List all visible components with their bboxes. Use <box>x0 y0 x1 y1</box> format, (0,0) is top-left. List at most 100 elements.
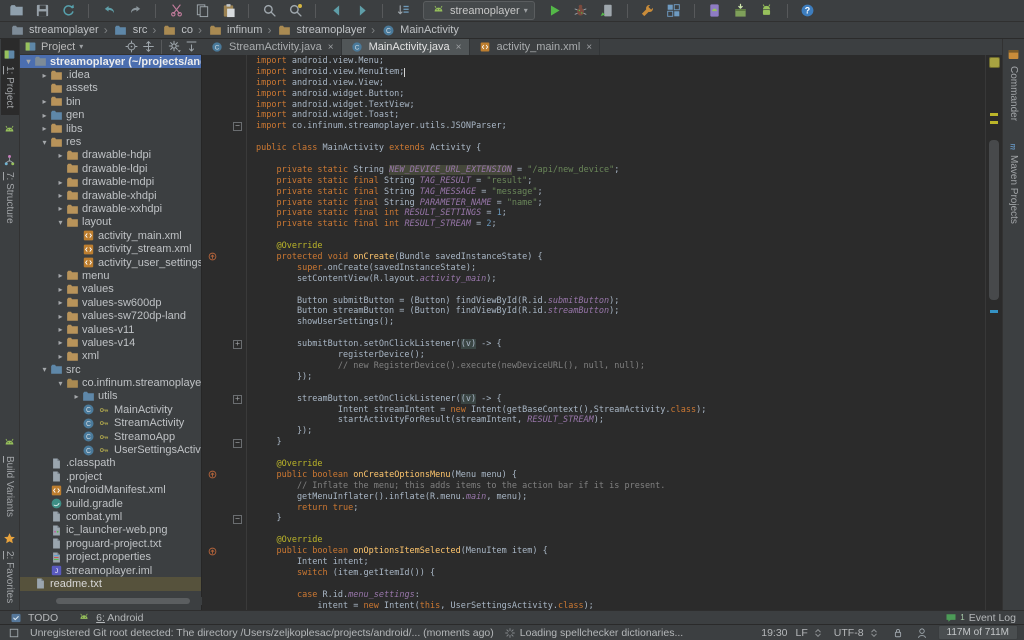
open-icon[interactable] <box>8 3 24 19</box>
help-icon[interactable]: ? <box>800 3 816 19</box>
tree-row[interactable]: activity_main.xml <box>20 229 201 242</box>
tree-arrow-icon[interactable]: ▸ <box>55 312 66 321</box>
tree-arrow-icon[interactable]: ▸ <box>71 392 82 401</box>
tree-arrow-icon[interactable]: ▾ <box>55 218 66 227</box>
tree-row[interactable]: ▸gen <box>20 109 201 122</box>
tree-arrow-icon[interactable]: ▸ <box>55 204 66 213</box>
tree-row[interactable]: assets <box>20 82 201 95</box>
tree-arrow-icon[interactable]: ▸ <box>55 352 66 361</box>
line-separator-selector[interactable]: LF <box>796 625 826 640</box>
tree-row[interactable]: ▸menu <box>20 269 201 282</box>
paste-icon[interactable] <box>220 3 236 19</box>
avd-icon[interactable] <box>707 3 723 19</box>
undo-icon[interactable] <box>101 3 117 19</box>
tree-row[interactable]: CUserSettingsActivity <box>20 443 201 456</box>
inspection-indicator-icon[interactable] <box>989 57 1000 68</box>
lastedit-icon[interactable] <box>395 3 411 19</box>
tree-row[interactable]: ▸values-sw720dp-land <box>20 309 201 322</box>
breadcrumb-item[interactable]: src <box>110 22 151 38</box>
tree-row[interactable]: .project <box>20 470 201 483</box>
overriding-method-gutter-icon[interactable] <box>208 252 217 261</box>
tree-row[interactable]: .classpath <box>20 457 201 470</box>
editor-tab-mainactivity-java[interactable]: CMainActivity.java× <box>342 39 470 55</box>
tree-row[interactable]: ▸drawable-xhdpi <box>20 189 201 202</box>
pstruct-icon[interactable] <box>666 3 682 19</box>
tree-arrow-icon[interactable]: ▾ <box>23 57 34 66</box>
editor-tab-streamactivity-java[interactable]: CStreamActivity.java× <box>202 39 342 55</box>
hideall-icon[interactable] <box>185 40 198 53</box>
cut-icon[interactable] <box>168 3 184 19</box>
redo-icon[interactable] <box>127 3 143 19</box>
find-icon[interactable] <box>261 3 277 19</box>
sdk-icon[interactable] <box>733 3 749 19</box>
toolwindow-button--favorites[interactable]: 2: Favorites <box>1 524 19 610</box>
navigate-icon[interactable] <box>142 40 155 53</box>
editor-tab-activity-main-xml[interactable]: activity_main.xml× <box>470 39 601 55</box>
toolwindow-button-android[interactable] <box>1 115 19 145</box>
tree-row[interactable]: ▾layout <box>20 216 201 229</box>
tree-arrow-icon[interactable]: ▸ <box>55 285 66 294</box>
close-icon[interactable]: × <box>456 42 462 53</box>
memory-indicator[interactable]: 117M of 711M <box>938 625 1018 640</box>
tree-arrow-icon[interactable]: ▸ <box>55 151 66 160</box>
toolwindow-button--project[interactable]: 1: Project <box>1 39 19 115</box>
toolwindow-button-build-variants[interactable]: Build Variants <box>1 429 19 524</box>
editor-code-area[interactable]: import android.view.Menu;import android.… <box>246 56 986 610</box>
tree-row[interactable]: ▸drawable-xxhdpi <box>20 202 201 215</box>
toolwindow-button-maven-projects[interactable]: mMaven Projects <box>1005 128 1023 231</box>
hscrollbar-thumb[interactable] <box>56 598 190 604</box>
tree-arrow-icon[interactable]: ▸ <box>39 124 50 133</box>
gear-icon[interactable] <box>168 40 181 53</box>
back-icon[interactable] <box>328 3 344 19</box>
tree-row[interactable]: project.properties <box>20 550 201 563</box>
error-stripe-mark[interactable] <box>990 310 998 313</box>
inspections-profile-icon[interactable] <box>914 625 930 640</box>
debug-icon[interactable] <box>573 3 589 19</box>
fold-marker-icon[interactable]: − <box>233 122 242 131</box>
run-icon[interactable] <box>547 3 563 19</box>
sync-icon[interactable] <box>60 3 76 19</box>
tree-row[interactable]: ▸libs <box>20 122 201 135</box>
lock-icon[interactable] <box>890 625 906 640</box>
tree-row[interactable]: ▸xml <box>20 350 201 363</box>
tree-row[interactable]: activity_user_settings.xml <box>20 256 201 269</box>
aim-icon[interactable] <box>125 40 138 53</box>
close-icon[interactable]: × <box>586 42 592 53</box>
breadcrumb-item[interactable]: co <box>158 22 196 38</box>
tree-arrow-icon[interactable]: ▸ <box>55 271 66 280</box>
tree-row[interactable]: readme.txt <box>20 577 201 590</box>
tree-row[interactable]: ic_launcher-web.png <box>20 524 201 537</box>
fold-marker-icon[interactable]: − <box>233 439 242 448</box>
coverage-icon[interactable] <box>599 3 615 19</box>
tree-row[interactable]: ▾streamoplayer (~/projects/android/ <box>20 55 201 68</box>
tree-arrow-icon[interactable]: ▸ <box>55 338 66 347</box>
run-configuration-selector[interactable]: streamoplayer▾ <box>423 1 535 20</box>
editor-scrollbar-stripe[interactable] <box>985 55 1002 610</box>
tree-row[interactable]: activity_stream.xml <box>20 242 201 255</box>
toolwindow-button--structure[interactable]: 7: Structure <box>1 145 19 231</box>
breadcrumb-item[interactable]: CMainActivity <box>377 22 462 38</box>
project-tree-hscrollbar[interactable] <box>20 597 202 605</box>
error-stripe-mark[interactable] <box>990 121 998 124</box>
tree-arrow-icon[interactable]: ▾ <box>39 138 50 147</box>
tree-arrow-icon[interactable]: ▸ <box>39 97 50 106</box>
tree-row[interactable]: ▸.idea <box>20 68 201 81</box>
wrench-icon[interactable] <box>640 3 656 19</box>
close-icon[interactable]: × <box>328 42 334 53</box>
tree-arrow-icon[interactable]: ▸ <box>39 71 50 80</box>
tree-row[interactable]: ▾src <box>20 363 201 376</box>
tree-arrow-icon[interactable]: ▾ <box>55 379 66 388</box>
tree-row[interactable]: ▸values-v11 <box>20 323 201 336</box>
tree-row[interactable]: ▸drawable-mdpi <box>20 176 201 189</box>
tree-arrow-icon[interactable]: ▸ <box>55 178 66 187</box>
toolwindow-button-commander[interactable]: Commander <box>1005 39 1023 128</box>
tree-row[interactable]: ▸drawable-hdpi <box>20 149 201 162</box>
breadcrumb-item[interactable]: infinum <box>204 22 265 38</box>
tree-row[interactable]: build.gradle <box>20 497 201 510</box>
replace-icon[interactable] <box>287 3 303 19</box>
project-tree[interactable]: ▾streamoplayer (~/projects/android/▸.ide… <box>20 55 202 610</box>
code-editor[interactable]: −++−− import android.view.Menu;import an… <box>202 55 1002 610</box>
tree-arrow-icon[interactable]: ▸ <box>55 191 66 200</box>
tree-row[interactable]: ▾co.infinum.streamoplayer <box>20 376 201 389</box>
fold-marker-icon[interactable]: − <box>233 515 242 524</box>
